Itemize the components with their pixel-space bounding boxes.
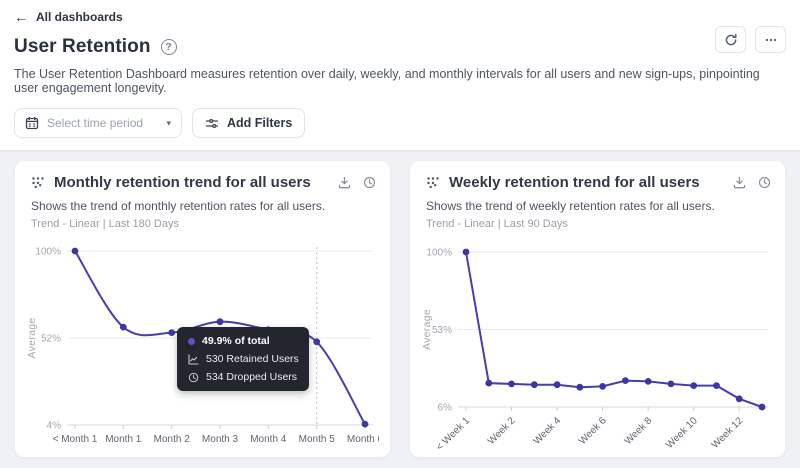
time-period-placeholder: Select time period bbox=[47, 116, 144, 130]
chart-title: Weekly retention trend for all users bbox=[449, 174, 700, 191]
data-point[interactable] bbox=[485, 379, 493, 387]
retained-chart-icon bbox=[188, 353, 199, 365]
data-point[interactable] bbox=[553, 381, 561, 389]
data-point[interactable] bbox=[361, 420, 369, 428]
page-title: User Retention bbox=[14, 36, 151, 57]
back-link-label: All dashboards bbox=[36, 10, 123, 24]
back-arrow-icon: ← bbox=[14, 9, 28, 25]
x-axis-label: Week 10 bbox=[664, 415, 700, 451]
x-axis-label: Week 4 bbox=[532, 415, 564, 447]
data-point[interactable] bbox=[713, 382, 720, 389]
x-axis-label: Month 6 bbox=[347, 434, 379, 445]
y-tick-label: 4% bbox=[47, 421, 62, 432]
weekly-line-chart: 100% 53% 6%< Week 1 Week 2 Week 4 Week 6 Week … bbox=[421, 248, 768, 453]
monthly-chart-area[interactable]: 100% 52% 4% < Month 1 Month 1 Month 2 Month 3 M… bbox=[15, 239, 390, 458]
help-icon[interactable]: ? bbox=[160, 39, 177, 55]
y-axis-label: Average bbox=[26, 317, 38, 358]
refresh-icon bbox=[724, 33, 738, 47]
data-point[interactable] bbox=[690, 382, 698, 389]
chart-meta: Trend - Linear | Last 180 Days bbox=[31, 218, 179, 230]
x-axis-label: Month 2 bbox=[154, 434, 191, 445]
dropped-clock-icon bbox=[188, 372, 199, 383]
series-dot-icon bbox=[188, 337, 195, 345]
data-point[interactable] bbox=[508, 380, 515, 388]
tooltip-dropped: 534 Dropped Users bbox=[206, 371, 298, 383]
dashboard-widgets: Monthly retention trend for all users Sh… bbox=[0, 150, 800, 468]
chart-subtitle: Shows the trend of weekly retention rate… bbox=[426, 199, 715, 213]
add-filters-button[interactable]: Add Filters bbox=[192, 108, 306, 138]
y-tick-label: 100% bbox=[35, 247, 61, 258]
page-header: ← All dashboards User Retention ? The Us… bbox=[0, 0, 800, 150]
monthly-retention-card: Monthly retention trend for all users Sh… bbox=[14, 160, 391, 458]
y-tick-label: 52% bbox=[41, 334, 61, 345]
data-point[interactable] bbox=[644, 378, 652, 385]
refresh-button[interactable] bbox=[715, 26, 746, 53]
filter-toolbar: Select time period ▾ Add Filters bbox=[14, 108, 786, 138]
filter-sliders-icon bbox=[205, 117, 219, 130]
data-point[interactable] bbox=[735, 395, 743, 403]
data-point[interactable] bbox=[119, 323, 127, 331]
add-filters-label: Add Filters bbox=[227, 116, 293, 130]
chevron-down-icon: ▾ bbox=[166, 117, 171, 128]
data-point[interactable] bbox=[530, 381, 538, 389]
weekly-chart-area[interactable]: 100% 53% 6% < Week 1 Week 2 Week 4 Week 6 Week … bbox=[410, 239, 785, 458]
chart-subtitle: Shows the trend of monthly retention rat… bbox=[31, 199, 326, 213]
y-tick-label: 6% bbox=[438, 403, 453, 414]
x-axis-label: Month 1 bbox=[105, 434, 142, 445]
x-axis-label: Week 12 bbox=[710, 415, 746, 451]
chart-tooltip: 49.9% of total 530 Retained Users 534 Dr… bbox=[177, 327, 309, 391]
chart-title: Monthly retention trend for all users bbox=[54, 174, 311, 191]
data-point[interactable] bbox=[462, 248, 470, 256]
y-tick-label: 53% bbox=[432, 325, 452, 336]
weekly-retention-card: Weekly retention trend for all users Sho… bbox=[409, 160, 786, 458]
x-axis-label: Week 6 bbox=[577, 415, 609, 447]
x-axis-label: Week 2 bbox=[486, 415, 518, 447]
tooltip-retained: 530 Retained Users bbox=[206, 353, 299, 365]
more-options-icon bbox=[764, 33, 778, 47]
x-axis-label: < Month 1 bbox=[53, 434, 98, 445]
calendar-icon bbox=[25, 116, 39, 130]
y-axis-label: Average bbox=[421, 309, 433, 350]
y-tick-label: 100% bbox=[426, 248, 452, 259]
data-point[interactable] bbox=[168, 329, 176, 336]
time-period-select[interactable]: Select time period ▾ bbox=[14, 108, 182, 138]
x-axis-label: < Week 1 bbox=[434, 415, 472, 453]
x-axis-label: Month 4 bbox=[250, 434, 287, 445]
widget-grip-icon[interactable] bbox=[31, 176, 45, 190]
download-icon[interactable] bbox=[733, 176, 746, 189]
x-axis-label: Month 3 bbox=[202, 434, 239, 445]
history-clock-icon[interactable] bbox=[363, 176, 376, 189]
x-axis-label: Month 5 bbox=[299, 434, 336, 445]
page-description: The User Retention Dashboard measures re… bbox=[14, 67, 760, 95]
data-point[interactable] bbox=[216, 318, 224, 326]
data-point[interactable] bbox=[622, 377, 629, 384]
tooltip-percent: 49.9% of total bbox=[202, 335, 270, 347]
data-point[interactable] bbox=[313, 338, 321, 346]
data-point[interactable] bbox=[599, 383, 606, 390]
more-options-button[interactable] bbox=[755, 26, 786, 53]
history-clock-icon[interactable] bbox=[758, 176, 771, 189]
data-point[interactable] bbox=[71, 247, 79, 255]
data-point[interactable] bbox=[758, 403, 766, 411]
widget-grip-icon[interactable] bbox=[426, 176, 440, 190]
data-point[interactable] bbox=[576, 383, 584, 391]
back-link[interactable]: ← All dashboards bbox=[14, 10, 123, 24]
data-point[interactable] bbox=[667, 380, 675, 388]
download-icon[interactable] bbox=[338, 176, 351, 189]
chart-meta: Trend - Linear | Last 90 Days bbox=[426, 218, 568, 230]
x-axis-label: Week 8 bbox=[623, 415, 655, 447]
